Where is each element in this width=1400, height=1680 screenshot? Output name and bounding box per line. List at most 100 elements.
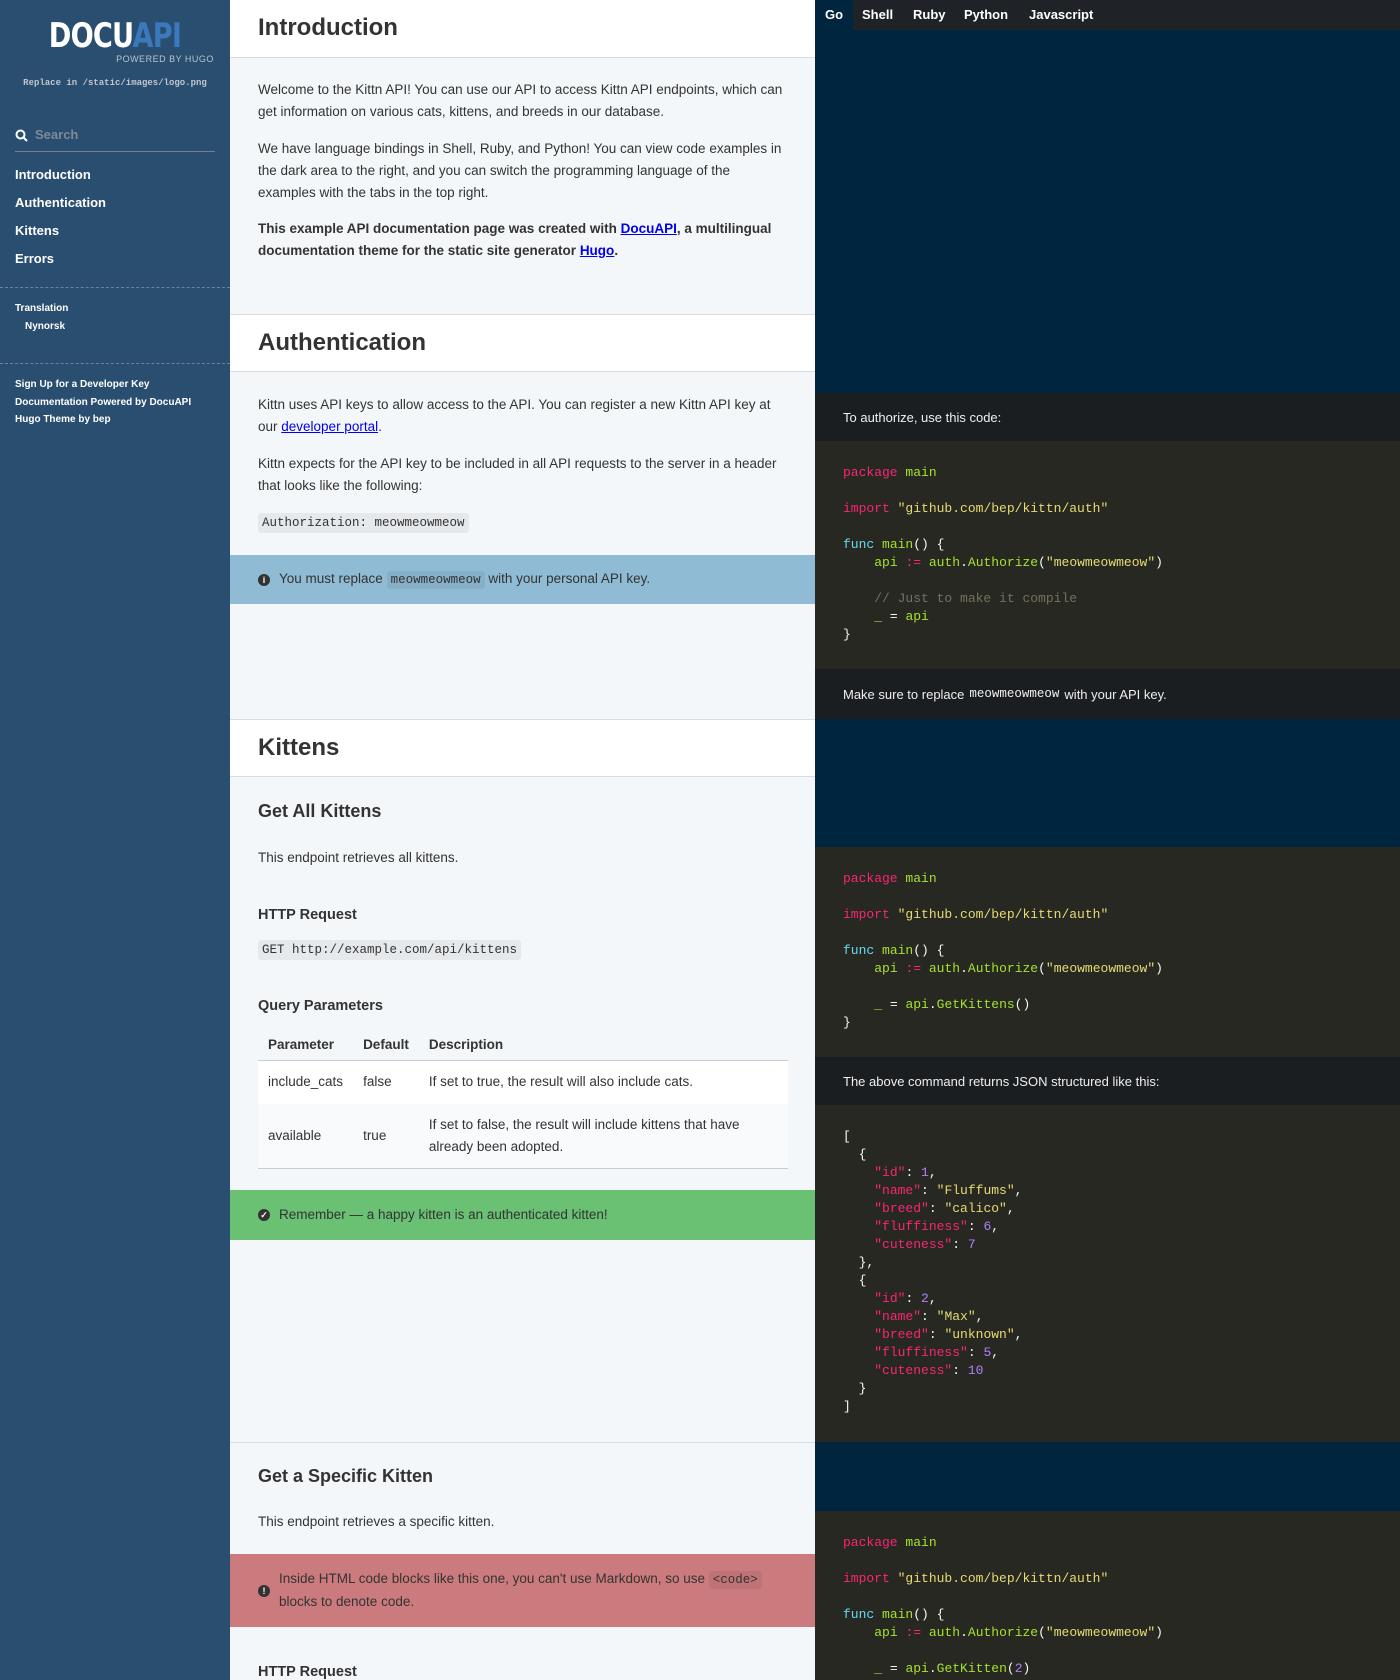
logo[interactable]: DOCUAPI [23, 16, 207, 56]
code-text: [ { "id": 1, "name": "Fluffums", "breed"… [843, 1128, 1400, 1416]
text: blocks to denote code. [279, 1594, 415, 1609]
inline-code: GET http://example.com/api/kittens [258, 940, 522, 960]
code-token: . [960, 1625, 968, 1640]
code-token: main [905, 465, 937, 480]
sidebar-item-authentication[interactable]: Authentication [15, 195, 106, 210]
code-token: api [905, 609, 929, 624]
table-cell: false [353, 1060, 419, 1104]
http-request-heading: HTTP Request [258, 1664, 357, 1680]
code-token: : [928, 1201, 945, 1216]
code-token: 10 [967, 1363, 984, 1378]
search-input[interactable] [35, 127, 205, 142]
code-token: , [1014, 1327, 1023, 1342]
table-cell: If set to false, the result will include… [418, 1104, 788, 1169]
code-token: 2 [1014, 1661, 1023, 1676]
table-row: include_cats false If set to true, the r… [258, 1060, 788, 1104]
divider [0, 363, 230, 364]
code-token: , [991, 1219, 1000, 1234]
code-text: package main import "github.com/bep/kitt… [843, 1534, 1400, 1678]
code-panel: Go Shell Ruby Python Javascript To autho… [815, 0, 1400, 1680]
sidebar-item-errors[interactable]: Errors [15, 251, 54, 266]
section-header-kittens: Kittens [230, 719, 815, 777]
code-token: "github.com/bep/kittn/auth" [897, 907, 1109, 922]
tab-shell[interactable]: Shell [852, 0, 903, 30]
hugo-theme-link[interactable]: Hugo Theme by bep [15, 414, 111, 425]
code-token: ( [1006, 1661, 1015, 1676]
sidebar-item-introduction[interactable]: Introduction [15, 167, 91, 182]
column-header: Description [418, 1030, 788, 1061]
tab-go[interactable]: Go [815, 0, 854, 30]
code-token: () { [913, 537, 945, 552]
code-token: ) [1155, 555, 1163, 570]
divider [0, 287, 230, 288]
tab-javascript[interactable]: Javascript [1019, 0, 1103, 30]
docuapi-link[interactable]: DocuAPI [621, 221, 677, 236]
code-token: "breed" [874, 1327, 929, 1342]
code-token: api [874, 555, 898, 570]
code-token: "id" [874, 1291, 906, 1306]
exclamation-circle-icon: ! [258, 1584, 270, 1597]
code-description: The above command returns JSON structure… [815, 1057, 1400, 1105]
section-title: Introduction [258, 14, 398, 41]
intro-paragraph: We have language bindings in Shell, Ruby… [258, 141, 782, 200]
code-token: Authorize [967, 1625, 1039, 1640]
intro-paragraph: Welcome to the Kittn API! You can use ou… [258, 82, 783, 119]
developer-portal-link[interactable]: developer portal [281, 419, 378, 434]
info-notice: i You must replace meowmeowmeow with you… [230, 555, 815, 604]
code-token: main [882, 537, 914, 552]
code-token: : [967, 1219, 984, 1234]
docuapi-link[interactable]: Documentation Powered by DocuAPI [15, 397, 191, 408]
code-token: "fluffiness" [874, 1345, 968, 1360]
code-token: 7 [967, 1237, 976, 1252]
inline-code: Authorization: meowmeowmeow [258, 513, 469, 533]
code-text: package main import "github.com/bep/kitt… [843, 464, 1400, 644]
inline-code: <code> [708, 1571, 762, 1589]
hugo-link[interactable]: Hugo [580, 243, 615, 258]
code-token: "github.com/bep/kittn/auth" [897, 1571, 1109, 1586]
logo-note: Replace in /static/images/logo.png [23, 78, 207, 88]
code-token: "name" [874, 1183, 922, 1198]
section-divider [230, 1442, 815, 1443]
sidebar: DOCUAPI POWERED BY HUGO Replace in /stat… [0, 0, 230, 1680]
column-header: Parameter [258, 1030, 354, 1061]
code-token: api [905, 1661, 929, 1676]
code-token: . [928, 1661, 937, 1676]
code-token: _ [874, 609, 883, 624]
sidebar-item-kittens[interactable]: Kittens [15, 223, 59, 238]
code-token: : [928, 1327, 945, 1342]
code-token: "fluffiness" [874, 1219, 968, 1234]
tab-ruby[interactable]: Ruby [903, 0, 956, 30]
code-token: ) [1155, 1625, 1163, 1640]
code-token: package [843, 465, 898, 480]
code-token: main [905, 1535, 937, 1550]
signup-link[interactable]: Sign Up for a Developer Key [15, 379, 149, 390]
tab-python[interactable]: Python [954, 0, 1018, 30]
auth-paragraph: Kittn expects for the API key to be incl… [258, 456, 777, 493]
auth-paragraph: Kittn uses API keys to allow access to t… [258, 394, 788, 438]
section-title: Authentication [258, 329, 426, 356]
text: with your personal API key. [484, 571, 651, 586]
code-token: "meowmeowmeow" [1045, 961, 1156, 976]
code-token: auth [928, 555, 961, 570]
code-token: [ [843, 1129, 851, 1144]
code-token: "Fluffums" [936, 1183, 1015, 1198]
code-token: func [843, 537, 875, 552]
search-box[interactable] [15, 126, 215, 152]
code-token: := [905, 555, 922, 570]
translation-nynorsk-link[interactable]: Nynorsk [25, 321, 65, 332]
subsection-title: Get All Kittens [258, 801, 382, 821]
code-token: func [843, 1607, 875, 1622]
http-request-heading: HTTP Request [258, 907, 357, 923]
code-token: api [905, 997, 929, 1012]
code-token: () { [913, 1607, 945, 1622]
